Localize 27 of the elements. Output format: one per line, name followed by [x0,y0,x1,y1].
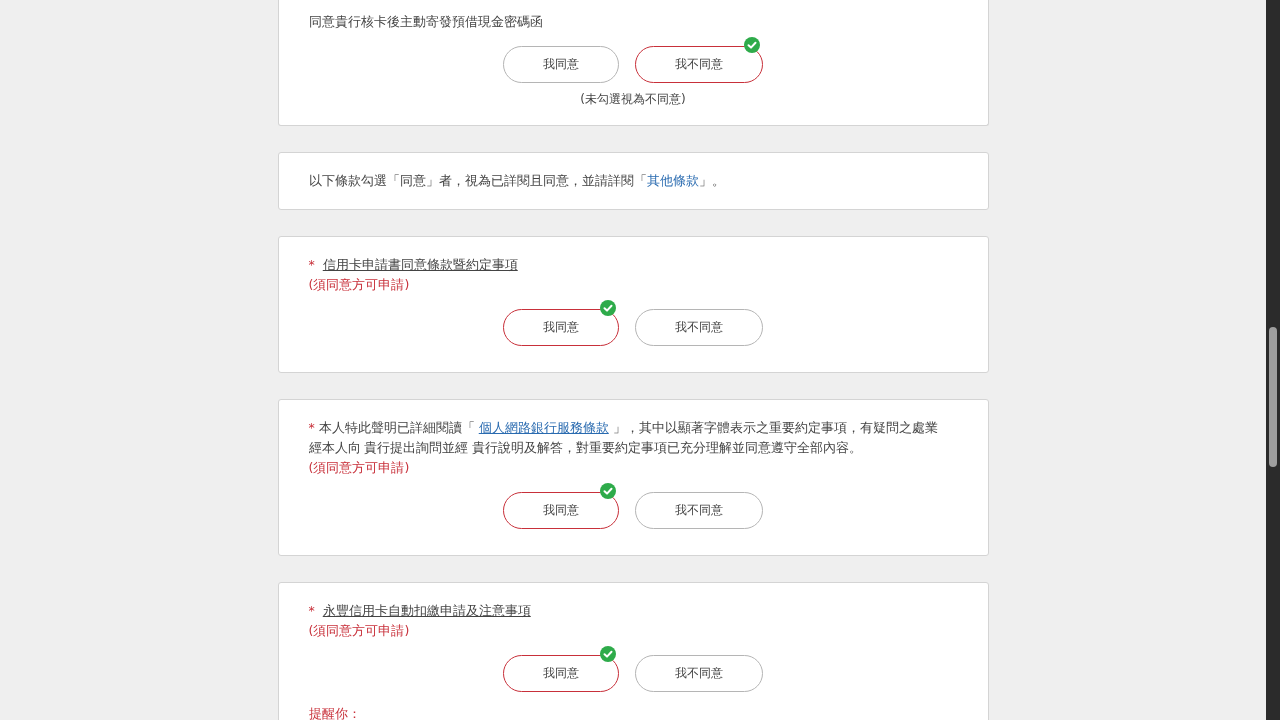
prompt-text: 以下條款勾選「同意」者，視為已詳閱且同意，並請詳閱「其他條款」。 [308,173,725,188]
prompt-text: 同意貴行核卡後主動寄發預借現金密碼函 [308,14,543,29]
prompt-text: * 本人特此聲明已詳細閱讀「 個人網路銀行服務條款 」，其中以顯著字體表示之重要約定事項，有疑問之處業經本人向 貴行提出詢問並經 貴行說明及解答，對重要約定事項已充分理解並同意遵守全部內容。 [308,420,938,455]
choice-button[interactable]: 我同意 [503,655,619,692]
choice-button[interactable]: 我同意 [503,309,619,346]
required-note: (須同意方可申請) [308,622,411,640]
terms-link[interactable]: 永豐信用卡自動扣繳申請及注意事項 [322,603,531,618]
check-icon [744,37,760,53]
hint-text: (未勾選視為不同意) [579,91,687,107]
check-icon [600,646,616,662]
choice-button[interactable]: 我同意 [503,492,619,529]
terms-link[interactable]: 其他條款 [646,173,699,188]
check-icon [600,483,616,499]
choice-button[interactable]: 我不同意 [635,492,763,529]
required-mark: * [308,257,315,272]
reminder-text: 提醒你： [308,706,362,720]
choice-button[interactable]: 我不同意 [635,46,763,83]
terms-link[interactable]: 個人網路銀行服務條款 [478,420,609,435]
terms-link[interactable]: 信用卡申請書同意條款暨約定事項 [322,257,518,272]
required-mark: * [308,603,315,618]
required-note: (須同意方可申請) [308,459,411,477]
choice-button[interactable]: 我不同意 [635,655,763,692]
required-note: (須同意方可申請) [308,276,411,294]
scrollbar[interactable] [1266,0,1280,720]
choice-button[interactable]: 我不同意 [635,309,763,346]
check-icon [600,300,616,316]
choice-button[interactable]: 我同意 [503,46,619,83]
